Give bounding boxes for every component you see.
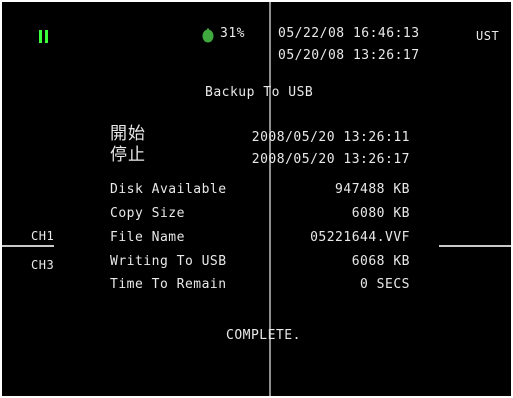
current-time: 05/22/08 16:46:13 (278, 26, 420, 41)
dialog-title: Backup To USB (205, 85, 314, 100)
dvr-screen: 31% 05/22/08 16:46:13 05/20/08 13:26:17 … (2, 2, 511, 396)
copy-size-label: Copy Size (110, 206, 185, 221)
status-dot-icon (202, 28, 214, 43)
writing-to-usb-label: Writing To USB (110, 254, 227, 269)
start-label: 開始 (110, 124, 146, 144)
start-value: 2008/05/20 13:26:11 (251, 130, 410, 145)
horizontal-divider-right (439, 245, 511, 247)
stop-label: 停止 (110, 145, 146, 165)
channel-label-ch1: CH1 (31, 229, 55, 243)
disk-available-label: Disk Available (110, 182, 227, 197)
complete-status: COMPLETE. (226, 328, 301, 343)
recording-time: 05/20/08 13:26:17 (278, 48, 420, 63)
copy-size-value: 6080 KB (351, 206, 410, 221)
writing-to-usb-value: 6068 KB (351, 254, 410, 269)
file-name-value: 05221644.VVF (310, 230, 410, 245)
stop-value: 2008/05/20 13:26:17 (251, 152, 410, 167)
file-name-label: File Name (110, 230, 185, 245)
timezone-label: UST (476, 29, 500, 43)
time-to-remain-label: Time To Remain (110, 277, 227, 292)
time-to-remain-value: 0 SECS (360, 277, 410, 292)
channel-label-ch3: CH3 (31, 258, 55, 272)
battery-level: 31% (220, 26, 245, 41)
pause-icon (39, 30, 48, 43)
horizontal-divider-left (2, 245, 54, 247)
disk-available-value: 947488 KB (335, 182, 410, 197)
